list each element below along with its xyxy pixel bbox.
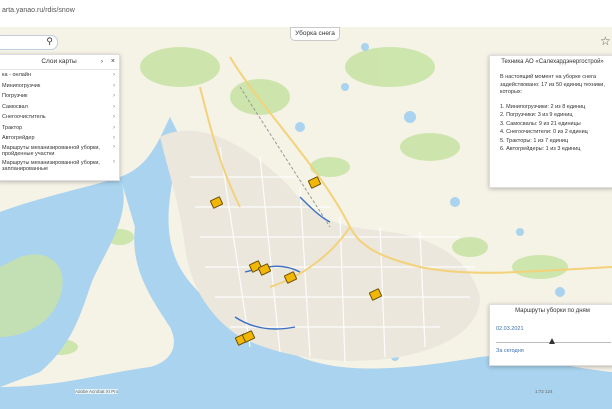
routes-panel-title: Маршруты уборки по дням bbox=[515, 308, 590, 314]
chevron-right-icon: › bbox=[113, 158, 115, 165]
map-layers-panel: Слои карты › × ка - онлайн › Минипогрузчи… bbox=[0, 54, 120, 181]
list-item: 2. Погрузчики: 3 из 9 единиц bbox=[500, 112, 573, 118]
layer-item-miniloader[interactable]: Минипогрузчик › bbox=[0, 81, 119, 92]
chevron-right-icon: › bbox=[113, 114, 115, 120]
list-item: 1. Минипогрузчики: 2 из 8 единиц bbox=[500, 103, 586, 110]
star-icon[interactable]: ☆ bbox=[600, 34, 611, 48]
chevron-right-icon: › bbox=[113, 135, 115, 141]
today-link[interactable]: За сегодня bbox=[496, 348, 524, 354]
chevron-right-icon[interactable]: › bbox=[101, 55, 103, 69]
map-scale: 1:72 124 bbox=[535, 389, 553, 394]
list-item: 5. Тракторы: 1 из 7 единиц bbox=[500, 137, 569, 144]
layer-item-dumptruck[interactable]: Самосвал › bbox=[0, 102, 119, 113]
routes-by-day-panel: Маршруты уборки по дням 02.03.2021 За се… bbox=[489, 304, 612, 366]
url-text[interactable]: arta.yanao.ru/rdis/snow bbox=[2, 7, 75, 14]
layer-item-online[interactable]: ка - онлайн › bbox=[0, 70, 119, 81]
layer-item-routes-done[interactable]: Маршруты механизированной уборки, пройде… bbox=[0, 144, 119, 159]
layer-item-grader[interactable]: Автогрейдер › bbox=[0, 133, 119, 144]
chevron-right-icon: › bbox=[113, 143, 115, 150]
list-item: 3. Самосвалы: 9 из 21 единицы bbox=[500, 120, 581, 127]
layer-item-tractor[interactable]: Трактор › bbox=[0, 123, 119, 134]
browser-address-bar: arta.yanao.ru/rdis/snow bbox=[0, 0, 612, 28]
list-item: 4. Снегоочистители: 0 из 2 единиц bbox=[500, 129, 588, 135]
search-icon[interactable]: ⚲ bbox=[46, 36, 53, 47]
route-date-label[interactable]: 02.03.2021 bbox=[496, 326, 524, 332]
layer-item-routes-planned[interactable]: Маршруты механизированной уборки, заплан… bbox=[0, 159, 119, 174]
equipment-info-panel: Техника АО «Салехардэнергострой» В насто… bbox=[489, 55, 612, 188]
equipment-list: 1. Минипогрузчики: 2 из 8 единиц 2. Погр… bbox=[490, 103, 612, 154]
info-panel-intro: В настоящий момент на уборке снега задей… bbox=[500, 74, 605, 95]
chevron-right-icon: › bbox=[113, 72, 115, 78]
layers-panel-title: Слои карты bbox=[41, 58, 77, 65]
chevron-right-icon: › bbox=[113, 124, 115, 131]
list-item: 6. Автогрейдеры: 1 из 3 единиц bbox=[500, 146, 581, 152]
slider-thumb[interactable] bbox=[549, 338, 555, 344]
chevron-right-icon: › bbox=[113, 93, 115, 99]
close-icon[interactable]: × bbox=[111, 55, 115, 69]
map-search-input[interactable]: ⚲ bbox=[0, 35, 58, 50]
layers-panel-header: Слои карты › × bbox=[0, 55, 119, 70]
layer-item-snowplow[interactable]: Снегоочиститель › bbox=[0, 112, 119, 123]
chevron-right-icon: › bbox=[113, 103, 115, 110]
info-panel-title: Техника АО «Салехардэнергострой» bbox=[501, 59, 604, 65]
chevron-right-icon: › bbox=[113, 82, 115, 89]
map-attribution: Adobe Acrobat XI Pro bbox=[75, 389, 119, 394]
snow-cleaning-button[interactable]: Уборка снега bbox=[290, 27, 340, 41]
layer-item-loader[interactable]: Погрузчик › bbox=[0, 91, 119, 102]
